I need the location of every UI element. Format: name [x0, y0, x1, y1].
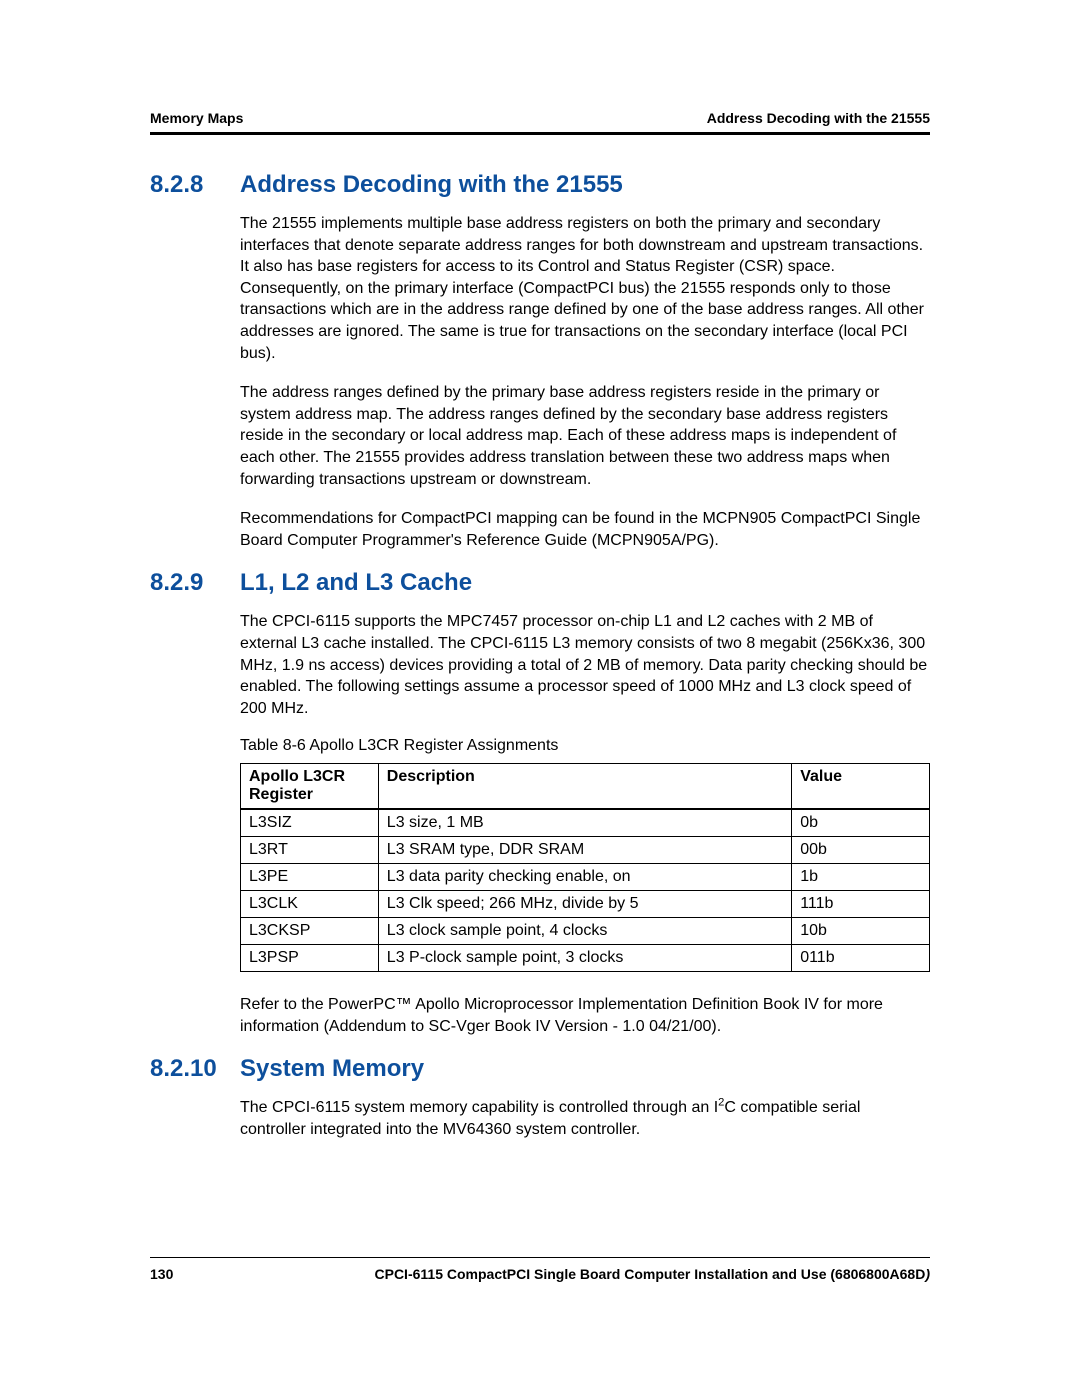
header-rule [150, 132, 930, 135]
table-header-row: Apollo L3CR Register Description Value [241, 764, 930, 810]
section-title: System Memory [240, 1055, 424, 1083]
paragraph: The 21555 implements multiple base addre… [240, 213, 930, 364]
table-row: L3CLK L3 Clk speed; 266 MHz, divide by 5… [241, 891, 930, 918]
table-row: L3PE L3 data parity checking enable, on … [241, 864, 930, 891]
table-header-cell: Description [378, 764, 791, 810]
section-heading-8-2-9: 8.2.9 L1, L2 and L3 Cache [150, 569, 930, 597]
table-cell: L3 SRAM type, DDR SRAM [378, 837, 791, 864]
table-row: L3RT L3 SRAM type, DDR SRAM 00b [241, 837, 930, 864]
table-cell: 011b [792, 945, 930, 972]
table-cell: L3CLK [241, 891, 379, 918]
table-cell: 111b [792, 891, 930, 918]
footer-doc-title: CPCI-6115 CompactPCI Single Board Comput… [375, 1266, 931, 1282]
running-header: Memory Maps Address Decoding with the 21… [150, 110, 930, 126]
paragraph: Refer to the PowerPC™ Apollo Microproces… [240, 994, 930, 1037]
section-number: 8.2.10 [150, 1055, 240, 1083]
table-cell: L3 P-clock sample point, 3 clocks [378, 945, 791, 972]
table-header-cell: Apollo L3CR Register [241, 764, 379, 810]
section-body-8-2-9: The CPCI-6115 supports the MPC7457 proce… [240, 611, 930, 1037]
table-header-cell: Value [792, 764, 930, 810]
table-row: L3PSP L3 P-clock sample point, 3 clocks … [241, 945, 930, 972]
table-cell: L3PE [241, 864, 379, 891]
table-cell: L3SIZ [241, 809, 379, 837]
table-cell: 00b [792, 837, 930, 864]
table-cell: L3 data parity checking enable, on [378, 864, 791, 891]
paragraph: The CPCI-6115 system memory capability i… [240, 1097, 930, 1140]
section-body-8-2-10: The CPCI-6115 system memory capability i… [240, 1097, 930, 1140]
section-number: 8.2.8 [150, 171, 240, 199]
page-footer: 130 CPCI-6115 CompactPCI Single Board Co… [150, 1257, 930, 1282]
section-number: 8.2.9 [150, 569, 240, 597]
page-number: 130 [150, 1266, 173, 1282]
register-table: Apollo L3CR Register Description Value L… [240, 763, 930, 972]
table-cell: 1b [792, 864, 930, 891]
table-caption: Table 8-6 Apollo L3CR Register Assignmen… [240, 737, 930, 755]
paragraph: Recommendations for CompactPCI mapping c… [240, 508, 930, 551]
section-heading-8-2-10: 8.2.10 System Memory [150, 1055, 930, 1083]
paragraph: The CPCI-6115 supports the MPC7457 proce… [240, 611, 930, 719]
section-body-8-2-8: The 21555 implements multiple base addre… [240, 213, 930, 551]
table-cell: 10b [792, 918, 930, 945]
table-cell: L3 clock sample point, 4 clocks [378, 918, 791, 945]
table-cell: L3PSP [241, 945, 379, 972]
table-row: L3SIZ L3 size, 1 MB 0b [241, 809, 930, 837]
table-cell: L3RT [241, 837, 379, 864]
footer-rule [150, 1257, 930, 1258]
header-right: Address Decoding with the 21555 [707, 110, 930, 126]
header-left: Memory Maps [150, 110, 243, 126]
table-row: L3CKSP L3 clock sample point, 4 clocks 1… [241, 918, 930, 945]
paragraph: The address ranges defined by the primar… [240, 382, 930, 490]
table-cell: L3 Clk speed; 266 MHz, divide by 5 [378, 891, 791, 918]
table-cell: L3 size, 1 MB [378, 809, 791, 837]
section-title: Address Decoding with the 21555 [240, 171, 623, 199]
table-cell: 0b [792, 809, 930, 837]
table-cell: L3CKSP [241, 918, 379, 945]
section-heading-8-2-8: 8.2.8 Address Decoding with the 21555 [150, 171, 930, 199]
page: Memory Maps Address Decoding with the 21… [0, 0, 1080, 1397]
section-title: L1, L2 and L3 Cache [240, 569, 472, 597]
